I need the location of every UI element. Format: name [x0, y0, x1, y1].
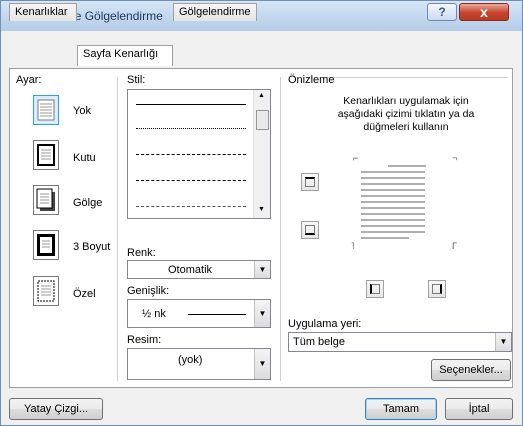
bottom-border-button[interactable]	[301, 221, 319, 239]
options-button[interactable]: Seçenekler...	[431, 359, 511, 381]
tab-label: Sayfa Kenarlığı	[83, 48, 159, 60]
style-dotted-line[interactable]	[136, 128, 246, 129]
horizontal-line-button[interactable]: Yatay Çizgi...	[9, 398, 103, 420]
tab-label: Gölgelendirme	[179, 6, 251, 18]
chevron-down-icon[interactable]: ▼	[254, 349, 270, 379]
chevron-down-icon[interactable]: ▼	[495, 333, 511, 351]
lines-icon	[37, 99, 55, 121]
width-combo[interactable]: ½ nk ▼	[127, 299, 271, 328]
color-value: Otomatik	[168, 264, 213, 276]
setting-shadow-label[interactable]: Gölge	[73, 197, 102, 209]
close-button[interactable]: x	[459, 3, 509, 21]
separator	[280, 77, 281, 381]
setting-none-icon[interactable]	[33, 95, 59, 125]
custom-border-icon	[37, 280, 55, 302]
right-border-button[interactable]	[428, 280, 446, 298]
scroll-down-icon[interactable]: ▼	[258, 206, 265, 213]
separator	[117, 77, 118, 381]
setting-shadow-icon[interactable]	[33, 185, 59, 215]
setting-custom-icon[interactable]	[33, 276, 59, 306]
style-dashed-large-line[interactable]	[136, 180, 246, 181]
tab-label: Kenarlıklar	[15, 6, 68, 18]
corner-mark-top-right: ¬	[452, 153, 458, 163]
preview-heading: Önizleme	[288, 74, 335, 86]
top-border-icon	[305, 177, 315, 187]
box-border-icon	[37, 144, 55, 166]
dialog-window: Kenarlıklar ve Gölgelendirme ? x Kenarlı…	[0, 0, 523, 426]
left-border-icon	[370, 284, 380, 294]
width-line-sample	[188, 314, 246, 315]
scroll-thumb[interactable]	[256, 110, 269, 130]
corner-mark-bottom-left: ˥	[351, 241, 355, 251]
color-label: Renk:	[127, 247, 156, 259]
shadow-border-icon	[36, 188, 55, 211]
setting-box-icon[interactable]	[33, 140, 59, 170]
bottom-border-icon	[305, 225, 315, 235]
setting-custom-label[interactable]: Özel	[73, 288, 96, 300]
cancel-button[interactable]: İptal	[445, 398, 513, 420]
ok-button[interactable]: Tamam	[365, 398, 437, 420]
help-button[interactable]: ?	[427, 3, 457, 21]
setting-box-label[interactable]: Kutu	[73, 152, 96, 164]
style-dashed-small-line[interactable]	[136, 154, 246, 155]
color-combo[interactable]: Otomatik ▼	[127, 260, 271, 279]
settings-heading: Ayar:	[16, 74, 42, 86]
chevron-down-icon[interactable]: ▼	[254, 261, 270, 278]
apply-to-value: Tüm belge	[293, 336, 345, 348]
tab-borders[interactable]: Kenarlıklar	[9, 3, 77, 21]
left-border-button[interactable]	[366, 280, 384, 298]
right-border-icon	[432, 284, 442, 294]
art-value: (yok)	[178, 354, 203, 366]
style-listbox[interactable]: ▲ ▼	[127, 89, 271, 219]
top-border-button[interactable]	[301, 173, 319, 191]
style-heading: Stil:	[127, 74, 146, 86]
tab-page-border[interactable]: Sayfa Kenarlığı	[77, 45, 173, 66]
style-scrollbar[interactable]: ▲ ▼	[253, 90, 270, 218]
preview-page[interactable]	[353, 159, 461, 251]
width-value: ½ nk	[142, 308, 166, 320]
tab-shading[interactable]: Gölgelendirme	[173, 3, 257, 21]
style-solid-line[interactable]	[136, 104, 246, 105]
style-dash-dot-line[interactable]	[136, 206, 246, 207]
corner-mark-top-left: ⌐	[353, 153, 359, 163]
chevron-down-icon[interactable]: ▼	[254, 300, 270, 327]
apply-to-label: Uygulama yeri:	[288, 318, 362, 330]
width-label: Genişlik:	[127, 285, 170, 297]
apply-to-combo[interactable]: Tüm belge ▼	[288, 332, 512, 352]
corner-mark-bottom-right: Γ	[452, 241, 457, 251]
setting-none-label[interactable]: Yok	[73, 105, 91, 117]
separator	[322, 77, 508, 78]
art-combo[interactable]: (yok) ▼	[127, 348, 271, 380]
preview-instructions: Kenarlıkları uygulamak için aşağıdaki çi…	[337, 95, 475, 133]
3d-border-icon	[37, 234, 55, 256]
setting-3d-icon[interactable]	[33, 230, 59, 260]
scroll-up-icon[interactable]: ▲	[258, 92, 265, 99]
setting-3d-label[interactable]: 3 Boyut	[73, 241, 110, 253]
art-label: Resim:	[127, 334, 162, 346]
title-bar: Kenarlıklar ve Gölgelendirme ? x	[1, 1, 522, 31]
